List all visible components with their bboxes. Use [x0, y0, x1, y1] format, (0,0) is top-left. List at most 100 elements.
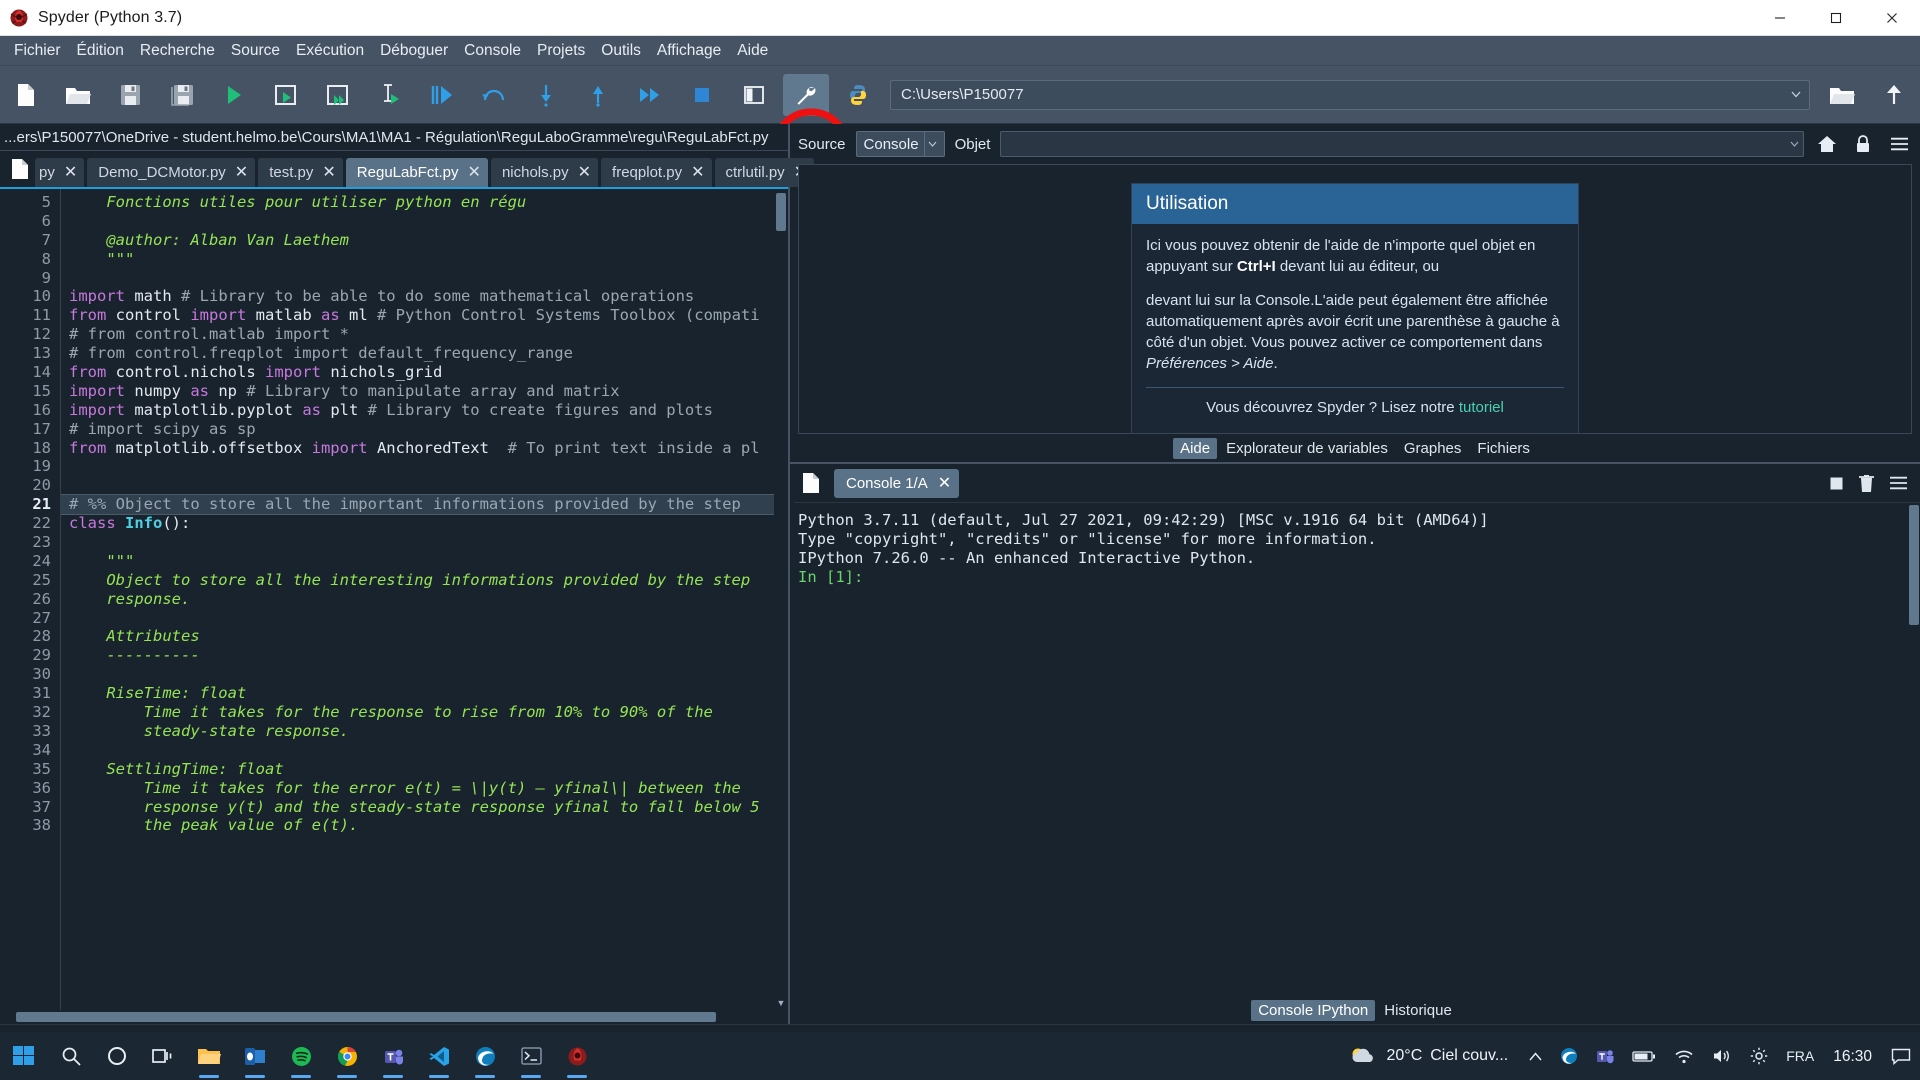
code-line[interactable]: class Info(): [61, 514, 788, 533]
menu-edition[interactable]: Édition [69, 38, 132, 64]
code-line[interactable]: SettlingTime: float [61, 760, 788, 779]
menu-source[interactable]: Source [223, 38, 288, 64]
chevron-down-icon[interactable] [1790, 141, 1799, 147]
code-line[interactable]: # %% Object to store all the important i… [61, 494, 788, 516]
editor-tab-regulabfct[interactable]: ReguLabFct.py ✕ [345, 158, 488, 187]
pane-tab-historique[interactable]: Historique [1377, 1000, 1459, 1021]
code-line[interactable]: import math # Library to be able to do s… [61, 287, 788, 306]
code-line[interactable]: RiseTime: float [61, 684, 788, 703]
parent-directory-arrow-up-icon[interactable] [1871, 74, 1917, 116]
pane-tab-fichiers[interactable]: Fichiers [1470, 438, 1537, 459]
editor-horizontal-scrollbar[interactable] [0, 1010, 788, 1024]
help-options-hamburger-menu-icon[interactable] [1886, 131, 1912, 157]
code-line[interactable]: the peak value of e(t). [61, 816, 788, 835]
pane-tab-aide[interactable]: Aide [1173, 437, 1218, 459]
menu-outils[interactable]: Outils [593, 38, 649, 64]
home-icon[interactable] [1814, 131, 1840, 157]
settings-tray-icon[interactable] [1741, 1032, 1777, 1080]
code-line[interactable] [61, 457, 788, 476]
search-icon[interactable] [48, 1032, 94, 1080]
cortana-icon[interactable] [94, 1032, 140, 1080]
save-file-icon[interactable] [107, 74, 153, 116]
weather-widget[interactable]: 20°C Ciel couv... [1337, 1045, 1521, 1067]
menu-deboguer[interactable]: Déboguer [372, 38, 456, 64]
code-line[interactable]: # from control.freqplot import default_f… [61, 344, 788, 363]
run-cell-advance-icon[interactable] [315, 74, 361, 116]
editor-tab-0[interactable]: py ✕ [35, 158, 85, 187]
tutorial-link[interactable]: tutoriel [1459, 399, 1504, 416]
menu-affichage[interactable]: Affichage [649, 38, 729, 64]
code-line[interactable]: response y(t) and the steady-state respo… [61, 798, 788, 817]
code-line[interactable]: # import scipy as sp [61, 420, 788, 439]
code-line[interactable] [61, 741, 788, 760]
file-explorer-icon[interactable] [186, 1032, 232, 1080]
spyder-icon[interactable] [554, 1032, 600, 1080]
scroll-down-arrow-icon[interactable]: ▼ [774, 996, 788, 1010]
code-line[interactable]: """ [61, 250, 788, 269]
code-line[interactable]: from control import matlab as ml # Pytho… [61, 306, 788, 325]
debug-step-out-icon[interactable] [575, 74, 621, 116]
menu-projets[interactable]: Projets [529, 38, 593, 64]
menu-aide[interactable]: Aide [729, 38, 776, 64]
editor-tab-nichols[interactable]: nichols.py ✕ [490, 158, 599, 187]
edge-icon[interactable] [462, 1032, 508, 1080]
teams-icon[interactable] [370, 1032, 416, 1080]
preferences-wrench-icon[interactable] [783, 73, 829, 116]
language-indicator[interactable]: FRA [1777, 1032, 1823, 1080]
code-line[interactable] [61, 665, 788, 684]
close-button[interactable] [1864, 0, 1920, 35]
windows-start-icon[interactable] [0, 1032, 48, 1080]
code-line[interactable]: """ [61, 552, 788, 571]
volume-tray-icon[interactable] [1703, 1032, 1741, 1080]
spotify-icon[interactable] [278, 1032, 324, 1080]
scrollbar-thumb[interactable] [776, 193, 786, 231]
debug-step-into-icon[interactable] [523, 74, 569, 116]
save-all-icon[interactable] [159, 74, 205, 116]
code-line[interactable] [61, 476, 788, 495]
chrome-icon[interactable] [324, 1032, 370, 1080]
close-icon[interactable]: ✕ [938, 473, 951, 493]
run-cell-icon[interactable] [263, 74, 309, 116]
lock-icon[interactable] [1850, 131, 1876, 157]
code-line[interactable]: Attributes [61, 627, 788, 646]
help-source-combo[interactable]: Console [855, 131, 945, 157]
vscode-icon[interactable] [416, 1032, 462, 1080]
code-line[interactable]: Time it takes for the error e(t) = \|y(t… [61, 779, 788, 798]
working-directory-combo[interactable]: C:\Users\P150077 [890, 79, 1810, 110]
menu-console[interactable]: Console [456, 38, 529, 64]
menu-fichier[interactable]: Fichier [6, 38, 69, 64]
debug-continue-icon[interactable] [627, 74, 673, 116]
open-file-icon[interactable] [55, 74, 101, 116]
help-object-input[interactable] [1000, 131, 1804, 157]
code-line[interactable]: import numpy as np # Library to manipula… [61, 382, 788, 401]
pane-tab-graphes[interactable]: Graphes [1397, 438, 1469, 459]
close-icon[interactable]: ✕ [322, 164, 335, 181]
editor-vertical-scrollbar[interactable]: ▲ ▼ [774, 189, 788, 1010]
terminal-icon[interactable] [508, 1032, 554, 1080]
code-line[interactable]: from matplotlib.offsetbox import Anchore… [61, 439, 788, 458]
run-file-icon[interactable] [211, 74, 257, 116]
code-line[interactable]: # from control.matlab import * [61, 325, 788, 344]
scrollbar-thumb[interactable] [16, 1012, 716, 1022]
browse-tabs-file-list-icon[interactable] [5, 154, 35, 184]
code-line[interactable] [61, 609, 788, 628]
chevron-down-icon[interactable] [923, 132, 940, 156]
pane-tab-variable-explorer[interactable]: Explorateur de variables [1219, 438, 1395, 459]
run-selection-icon[interactable] [367, 74, 413, 116]
code-line[interactable]: response. [61, 590, 788, 609]
close-icon[interactable]: ✕ [64, 164, 77, 181]
teams-tray-icon[interactable] [1587, 1032, 1623, 1080]
battery-tray-icon[interactable] [1623, 1032, 1665, 1080]
code-line[interactable]: steady-state response. [61, 722, 788, 741]
editor-tab-test[interactable]: test.py ✕ [258, 158, 343, 187]
console-output[interactable]: Python 3.7.11 (default, Jul 27 2021, 09:… [794, 502, 1920, 996]
notification-speech-bubble-icon[interactable] [1882, 1032, 1920, 1080]
code-line[interactable]: Fonctions utiles pour utiliser python en… [61, 193, 788, 212]
close-icon[interactable]: ✕ [691, 164, 704, 181]
code-line[interactable]: Object to store all the interesting info… [61, 571, 788, 590]
wifi-tray-icon[interactable] [1665, 1032, 1703, 1080]
menu-execution[interactable]: Exécution [288, 38, 372, 64]
task-view-icon[interactable] [140, 1032, 186, 1080]
code-line[interactable] [61, 533, 788, 552]
code-line[interactable]: ---------- [61, 646, 788, 665]
